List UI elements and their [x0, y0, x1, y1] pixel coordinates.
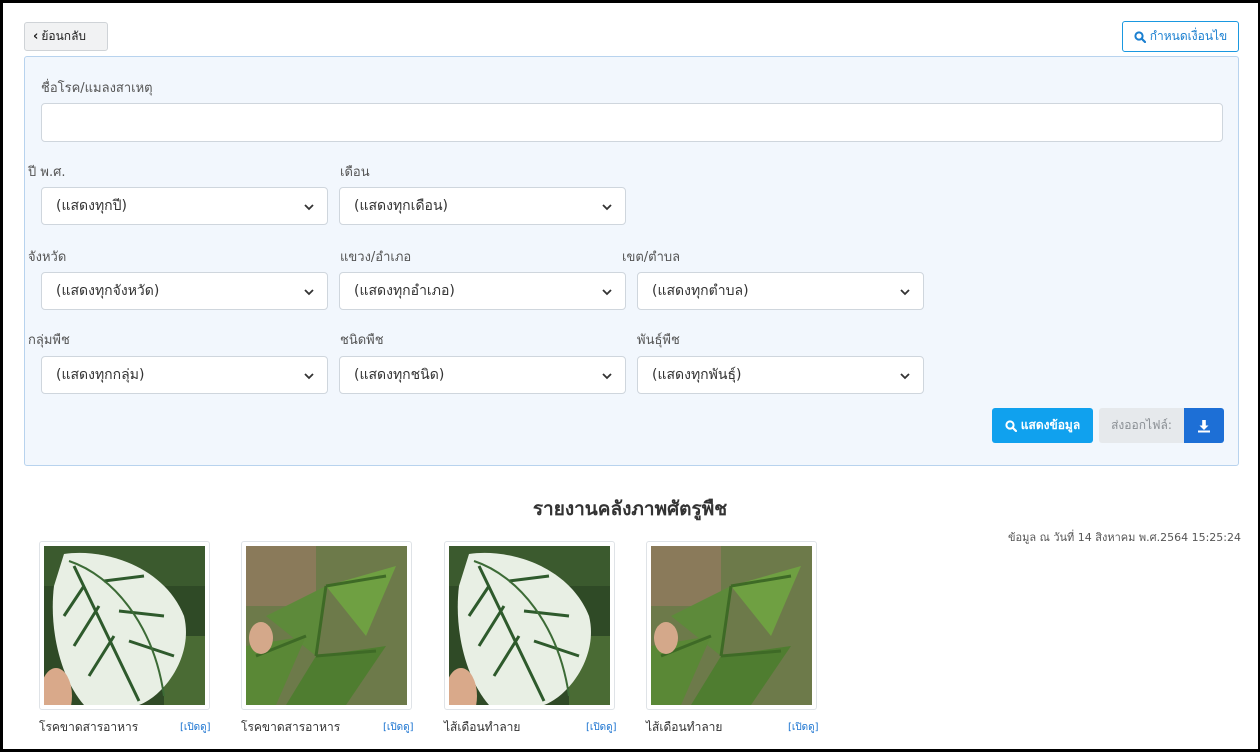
- plant-group-select-value: (แสดงทุกกลุ่ม): [56, 367, 145, 383]
- chevron-down-icon: [602, 373, 612, 380]
- year-select[interactable]: (แสดงทุกปี): [41, 187, 328, 225]
- card-name: ไส้เดือนทำลาย: [444, 720, 521, 734]
- province-select-value: (แสดงทุกจังหวัด): [56, 283, 160, 299]
- plant-type-select[interactable]: (แสดงทุกชนิด): [339, 356, 626, 394]
- district-select-value: (แสดงทุกอำเภอ): [354, 283, 455, 299]
- chevron-down-icon: [602, 204, 612, 211]
- cassava-leaf-image: [651, 546, 812, 705]
- cassava-leaf-image: [246, 546, 407, 705]
- month-select[interactable]: (แสดงทุกเดือน): [339, 187, 626, 225]
- plant-group-select[interactable]: (แสดงทุกกลุ่ม): [41, 356, 328, 394]
- download-button[interactable]: [1184, 408, 1224, 443]
- chevron-down-icon: [900, 373, 910, 380]
- set-conditions-label: กำหนดเงื่อนไข: [1149, 29, 1228, 43]
- back-button-label: ย้อนกลับ: [41, 29, 87, 43]
- plant-type-select-value: (แสดงทุกชนิด): [354, 367, 445, 383]
- subdistrict-label: เขต/ตำบล: [622, 250, 681, 265]
- chevron-left-icon: ‹: [33, 29, 39, 44]
- disease-input[interactable]: [41, 103, 1223, 142]
- card-name: โรคขาดสารอาหาร: [39, 720, 139, 734]
- year-label: ปี พ.ศ.: [28, 165, 66, 180]
- district-select[interactable]: (แสดงทุกอำเภอ): [339, 272, 626, 310]
- plant-variety-select-value: (แสดงทุกพันธุ์): [652, 367, 742, 383]
- chevron-down-icon: [900, 289, 910, 296]
- download-icon: [1198, 419, 1210, 432]
- data-timestamp: ข้อมูล ณ วันที่ 14 สิงหาคม พ.ศ.2564 15:2…: [1008, 531, 1241, 544]
- caladium-leaf-image: [449, 546, 610, 705]
- chevron-down-icon: [304, 289, 314, 296]
- card-name: โรคขาดสารอาหาร: [241, 720, 341, 734]
- back-button[interactable]: ‹ ย้อนกลับ: [24, 22, 108, 51]
- search-icon: [1134, 30, 1146, 43]
- chevron-down-icon: [304, 373, 314, 380]
- search-icon: [1005, 419, 1017, 432]
- open-link[interactable]: [เปิดดู]: [383, 720, 414, 735]
- gallery-card[interactable]: [646, 541, 817, 710]
- open-link[interactable]: [เปิดดู]: [788, 720, 819, 735]
- month-label: เดือน: [340, 165, 370, 180]
- subdistrict-select[interactable]: (แสดงทุกตำบล): [637, 272, 924, 310]
- chevron-down-icon: [304, 204, 314, 211]
- month-select-value: (แสดงทุกเดือน): [354, 198, 448, 214]
- disease-label: ชื่อโรค/แมลงสาเหตุ: [41, 81, 153, 96]
- show-data-button[interactable]: แสดงข้อมูล: [992, 408, 1093, 443]
- plant-variety-select[interactable]: (แสดงทุกพันธุ์): [637, 356, 924, 394]
- set-conditions-button[interactable]: กำหนดเงื่อนไข: [1122, 21, 1239, 52]
- open-link[interactable]: [เปิดดู]: [586, 720, 617, 735]
- show-data-label: แสดงข้อมูล: [1020, 418, 1081, 432]
- card-name: ไส้เดือนทำลาย: [646, 720, 723, 734]
- plant-group-label: กลุ่มพืช: [28, 333, 70, 348]
- district-label: แขวง/อำเภอ: [340, 250, 412, 265]
- plant-variety-label: พันธุ์พืช: [637, 333, 680, 348]
- report-title: รายงานคลังภาพศัตรูพืช: [532, 498, 728, 520]
- subdistrict-select-value: (แสดงทุกตำบล): [652, 283, 749, 299]
- export-label: ส่งออกไฟล์:: [1099, 408, 1184, 443]
- open-link[interactable]: [เปิดดู]: [180, 720, 211, 735]
- gallery-card[interactable]: [444, 541, 615, 710]
- chevron-down-icon: [602, 289, 612, 296]
- filter-panel: ชื่อโรค/แมลงสาเหตุ ปี พ.ศ. เดือน (แสดงทุ…: [24, 56, 1239, 466]
- year-select-value: (แสดงทุกปี): [56, 198, 128, 214]
- plant-type-label: ชนิดพืช: [340, 333, 384, 348]
- gallery-card[interactable]: [241, 541, 412, 710]
- province-label: จังหวัด: [28, 250, 67, 265]
- gallery-card[interactable]: [39, 541, 210, 710]
- caladium-leaf-image: [44, 546, 205, 705]
- province-select[interactable]: (แสดงทุกจังหวัด): [41, 272, 328, 310]
